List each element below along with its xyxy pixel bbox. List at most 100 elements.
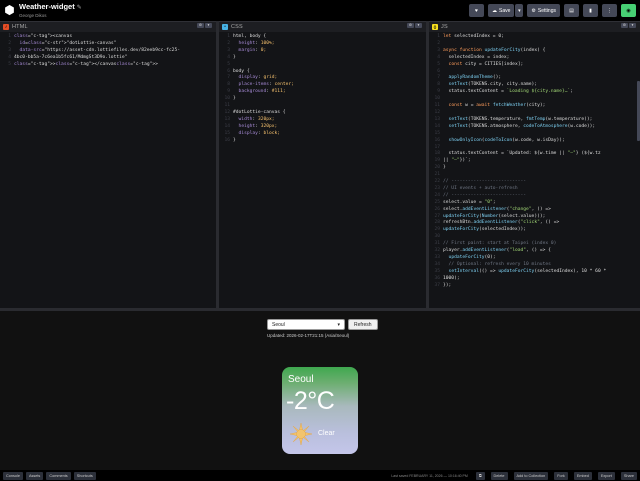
code-text: class="c-tag">>class="c-tag"></canvascla… — [14, 61, 158, 67]
widget-controls: Seoul ▾ Refresh — [267, 319, 378, 330]
edit-pencil-icon[interactable]: ✎ — [77, 5, 82, 11]
line-number: 5 — [227, 61, 230, 67]
line-number: 16 — [434, 137, 440, 143]
js-code-line: 16 showOnlyIcon(codeToIcon(w.code, w.isD… — [429, 138, 640, 145]
save-group: ☁ Save ▾ — [488, 4, 524, 17]
refresh-button[interactable]: Refresh — [348, 319, 378, 330]
assets-button[interactable]: Assets — [25, 471, 44, 480]
line-number: 21 — [434, 172, 440, 178]
line-number: 14 — [434, 123, 440, 129]
widget-temperature: -2°C — [286, 387, 335, 415]
comments-button[interactable]: Comments — [46, 471, 71, 480]
line-number: 23 — [434, 185, 440, 191]
cloud-icon: ☁ — [492, 7, 498, 14]
line-number: 16 — [224, 137, 230, 143]
code-text: id=class="c-str">"dotLottie-canvas" — [19, 40, 117, 46]
save-button[interactable]: ☁ Save — [488, 4, 515, 17]
code-text: }); — [443, 282, 452, 288]
external-link-button[interactable]: ⧉ — [475, 471, 485, 480]
menu-button[interactable]: ⋮ — [602, 4, 617, 17]
pen-title-block: Weather-widget ✎ George Dikos — [19, 2, 82, 19]
fork-button[interactable]: Fork — [554, 471, 568, 480]
settings-icon[interactable]: ⚙ — [621, 23, 628, 28]
line-number: 1 — [8, 34, 11, 39]
js-code-line: 26 select.addEventListener("change", () =… — [429, 207, 640, 214]
city-select[interactable]: Seoul ▾ — [267, 319, 345, 330]
export-button[interactable]: Export — [597, 471, 615, 480]
css-code-line: 11 — [219, 103, 426, 110]
code-text: width: 320px; — [238, 116, 275, 122]
line-number: 3 — [227, 47, 230, 53]
add-to-collection-button[interactable]: Add to Collection — [513, 471, 549, 480]
pen-author[interactable]: George Dikos — [19, 13, 82, 19]
code-text: html, body { — [233, 34, 267, 39]
js-code[interactable]: 1 let selectedIndex = 0; 2 3 async function … — [429, 32, 640, 308]
line-number: 5 — [437, 61, 440, 67]
save-dropdown-button[interactable]: ▾ — [515, 4, 524, 17]
bottom-right-actions: Last saved FEBRUARY 11, 2026 — 10:16:40 … — [391, 471, 637, 480]
js-code-line: 24// --------------------------- — [429, 193, 640, 200]
embed-button[interactable]: Embed — [573, 471, 592, 480]
chevron-down-icon[interactable]: ▾ — [629, 23, 636, 28]
code-text: height: 100%; — [238, 40, 275, 46]
code-text: margin: 0; — [238, 47, 267, 53]
html-editor: / HTML ⚙ ▾ 1 class="c-tag"><canvas 2 id=cla… — [0, 21, 219, 308]
js-code-line: 1 let selectedIndex = 0; — [429, 34, 640, 41]
user-avatar[interactable]: ◉ — [621, 4, 636, 17]
js-code-line: 12 — [429, 110, 640, 117]
css-code-line: 5 — [219, 62, 426, 69]
css-code-line: 2 height: 100%; — [219, 41, 426, 48]
chevron-down-icon[interactable]: ▾ — [415, 23, 422, 28]
settings-icon[interactable]: ⚙ — [197, 23, 204, 28]
line-number: 33 — [434, 255, 440, 260]
weather-widget: Seoul -2°C Clear — [282, 367, 358, 454]
line-number: 3 — [437, 47, 440, 53]
line-number: 37 — [434, 282, 440, 288]
code-text: // UI events + auto-refresh — [443, 185, 518, 191]
line-number: 11 — [434, 103, 440, 109]
code-text: height: 320px; — [238, 123, 278, 129]
pin-button[interactable]: ▮ — [583, 4, 598, 17]
last-saved-text: Last saved FEBRUARY 11, 2026 — 10:16:40 … — [391, 473, 468, 478]
html-editor-controls: ⚙ ▾ — [197, 23, 212, 28]
line-number: 36 — [434, 275, 440, 281]
chevron-down-icon[interactable]: ▾ — [205, 23, 212, 28]
code-text: let selectedIndex = 0; — [443, 34, 504, 39]
codepen-logo-icon[interactable]: ⬢ — [3, 4, 16, 17]
code-text: updateForCity(selectedIndex)); — [443, 227, 526, 233]
html-editor-title: HTML — [12, 23, 28, 30]
shortcuts-button[interactable]: Shortcuts — [73, 471, 96, 480]
css-editor-header: * CSS ⚙ ▾ — [219, 21, 426, 31]
line-number: 12 — [434, 109, 440, 115]
html-code-line: 4 4bc0-bb5a-7c6ea1b5fc61/MdmgSt3D9o.lotti… — [0, 55, 216, 62]
code-text: // Optional: refresh every 10 minutes — [443, 261, 551, 267]
html-code-line: 2 id=class="c-str">"dotLottie-canvas" — [0, 41, 216, 48]
settings-button[interactable]: ⚙ Settings — [527, 4, 560, 17]
settings-icon[interactable]: ⚙ — [407, 23, 414, 28]
js-code-line: 11 const w = await fetchWeather(city); — [429, 103, 640, 110]
console-button[interactable]: Console — [3, 471, 23, 480]
js-code-line: 29 updateForCity(selectedIndex)); — [429, 227, 640, 234]
editors-area: / HTML ⚙ ▾ 1 class="c-tag"><canvas 2 id=cla… — [0, 21, 640, 308]
pen-title[interactable]: Weather-widget ✎ — [19, 2, 82, 13]
line-number: 32 — [434, 248, 440, 254]
delete-button[interactable]: Delete — [490, 471, 508, 480]
avatar-icon: ◉ — [626, 7, 631, 14]
heart-button[interactable]: ♥ — [469, 4, 485, 17]
css-editor-title: CSS — [231, 23, 243, 30]
js-code-line: 5 const city = CITIES[index]; — [429, 62, 640, 69]
line-number: 4 — [227, 54, 230, 60]
share-button[interactable]: Share — [620, 471, 637, 480]
line-number: 13 — [434, 116, 440, 122]
css-code[interactable]: 1 html, body {2 height: 100%; 3 margin: 0;… — [219, 32, 426, 308]
html-code[interactable]: 1 class="c-tag"><canvas 2 id=class="c-str"… — [0, 32, 216, 308]
change-view-button[interactable]: ▤ — [564, 4, 579, 17]
code-text: updateForCity(0); — [448, 255, 496, 260]
layout-icon: ▤ — [569, 7, 574, 14]
code-text: select.value = "0"; — [443, 199, 496, 205]
widget-city: Seoul — [288, 374, 314, 385]
code-text: || "—"})`; — [443, 158, 471, 164]
line-number: 8 — [437, 82, 440, 88]
css-code-line: 10} — [219, 96, 426, 103]
line-number: 6 — [437, 68, 440, 74]
